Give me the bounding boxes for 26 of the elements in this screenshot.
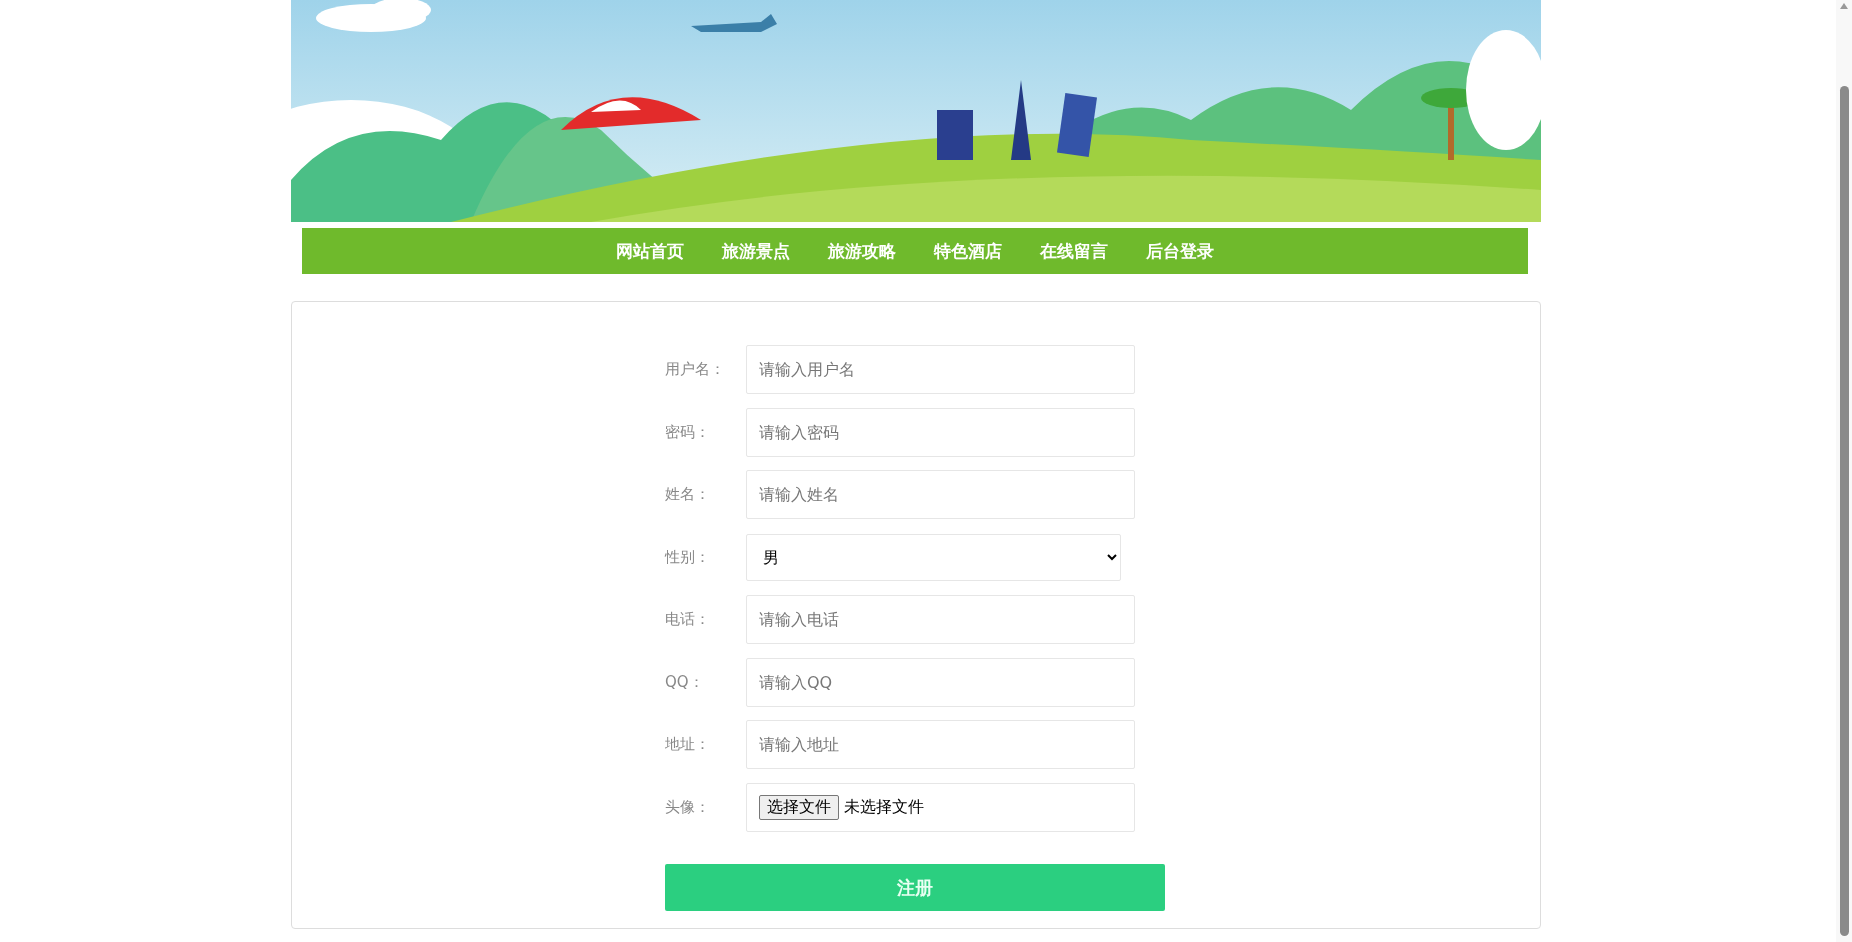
- input-field[interactable]: 请输入用户名: [746, 345, 1135, 394]
- field-label: 性别：: [665, 547, 711, 567]
- field-label: 地址：: [665, 735, 711, 754]
- input-field[interactable]: 请输入电话: [746, 595, 1135, 644]
- field-label: 头像：: [665, 797, 711, 817]
- field-label: 密码：: [665, 422, 711, 442]
- nav-link[interactable]: 网站首页: [616, 239, 684, 263]
- nav-link[interactable]: 特色酒店: [934, 239, 1002, 263]
- register-button[interactable]: 注册: [665, 864, 1165, 911]
- nav-link[interactable]: 在线留言: [1040, 239, 1108, 263]
- select-field[interactable]: 男: [746, 533, 1121, 581]
- scroll-up-icon[interactable]: [1840, 3, 1848, 9]
- field-label: 姓名：: [665, 485, 711, 504]
- choose-file-button[interactable]: 选择文件: [759, 794, 839, 820]
- scrollbar-thumb[interactable]: [1840, 86, 1849, 936]
- input-field[interactable]: 请输入密码: [746, 407, 1135, 457]
- field-label: 用户名：: [665, 360, 726, 379]
- nav-link[interactable]: 旅游景点: [722, 239, 790, 263]
- input-field[interactable]: 请输入地址: [746, 720, 1135, 769]
- field-label: QQ：: [665, 672, 705, 692]
- field-label: 电话：: [665, 610, 711, 629]
- input-field[interactable]: 请输入姓名: [746, 470, 1135, 519]
- nav-link[interactable]: 旅游攻略: [828, 239, 896, 263]
- nav-link[interactable]: 后台登录: [1146, 239, 1214, 263]
- file-status-text: 未选择文件: [844, 796, 924, 818]
- input-field[interactable]: 请输入QQ: [746, 657, 1135, 707]
